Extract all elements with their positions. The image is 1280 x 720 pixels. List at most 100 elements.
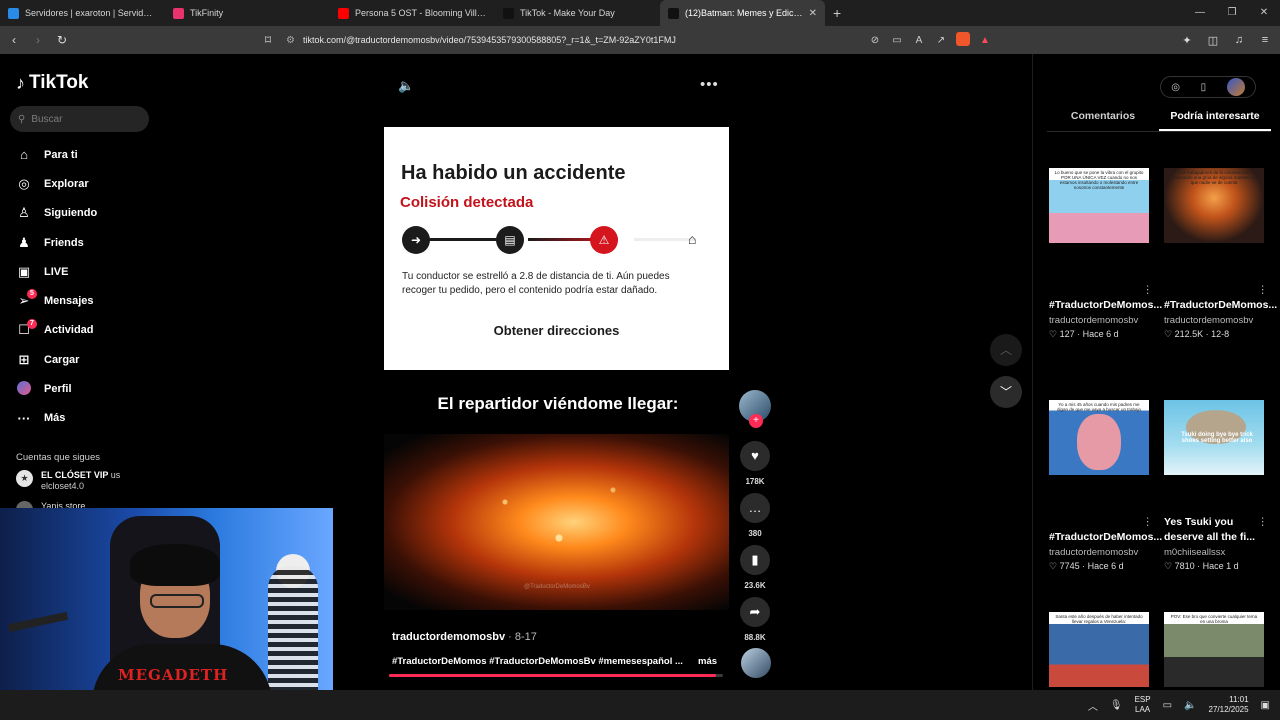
share-icon[interactable]: ↗ xyxy=(932,35,950,46)
volume-icon[interactable]: 🔈 xyxy=(398,78,414,94)
card-more-icon[interactable]: ⋮ xyxy=(1258,515,1269,530)
sidebar-item-siguiendo[interactable]: ♙ Siguiendo xyxy=(0,199,160,228)
sidebar-item-cargar[interactable]: ⊞ Cargar xyxy=(0,345,160,374)
mic-icon[interactable]: 🎙 xyxy=(1110,700,1123,711)
compass-small-icon[interactable]: ◎ xyxy=(1171,82,1180,93)
sidebar-item-explorar[interactable]: ◎ Explorar xyxy=(0,169,160,198)
author-name[interactable]: traductordemomosbv xyxy=(392,631,505,643)
new-tab-button[interactable]: + xyxy=(825,5,849,21)
card-title[interactable]: ⋮ #TraductorDeMomos... xyxy=(1164,283,1277,313)
sidebar-item-live[interactable]: ▣ LIVE xyxy=(0,257,160,286)
sidebar-item-actividad[interactable]: ☐ Actividad 7 xyxy=(0,316,160,345)
card-when: Hace 1 d xyxy=(1202,561,1239,571)
restore-icon[interactable]: ❐ xyxy=(1216,0,1248,26)
language-indicator[interactable]: ESP LAA xyxy=(1135,695,1151,715)
bookmark-save-icon: ▮ xyxy=(740,545,770,575)
see-more-link[interactable]: más xyxy=(698,656,717,667)
tab-favicon-icon xyxy=(338,7,349,19)
save-button[interactable]: ▮ 23.6K xyxy=(739,545,771,590)
notifications-icon[interactable]: ▣ xyxy=(1261,700,1270,711)
follow-plus-icon[interactable]: + xyxy=(749,414,763,428)
browser-tab[interactable]: (12)Batman: Memes y Edicion ✕ xyxy=(660,0,825,26)
user-avatar[interactable] xyxy=(1226,78,1245,96)
close-tab-icon[interactable]: ✕ xyxy=(809,8,817,19)
video-thumbnail[interactable]: POV: Ese bro que convierte cualquier tem… xyxy=(1164,612,1264,687)
video-frame-card[interactable]: Ha habido un accidente Colisión detectad… xyxy=(384,127,729,370)
device-icon[interactable]: ▯ xyxy=(1201,82,1207,93)
card-more-icon[interactable]: ⋮ xyxy=(1258,283,1269,298)
card-title[interactable]: ⋮ #TraductorDeMomos... xyxy=(1049,283,1162,313)
meta-separator: · xyxy=(1074,329,1083,339)
sound-avatar[interactable] xyxy=(741,648,771,678)
tab-comments[interactable]: Comentarios xyxy=(1047,110,1159,131)
recommended-video-card[interactable]: Lo bueno que se pone la vibra con el gru… xyxy=(1049,168,1162,340)
sidebar-item-label: Cargar xyxy=(44,353,80,366)
card-more-icon[interactable]: ⋮ xyxy=(1143,515,1154,530)
video-progress-bar[interactable] xyxy=(389,674,723,677)
creator-avatar[interactable]: + xyxy=(739,390,771,428)
share-button[interactable]: ➦ 88.8K xyxy=(739,597,771,642)
card-author[interactable]: m0chiiseallssx xyxy=(1164,547,1268,558)
recommended-video-card[interactable]: Yo a mis 45 años cuando mis padres me di… xyxy=(1049,400,1162,572)
browser-tab[interactable]: Persona 5 OST - Blooming Villain [Ext xyxy=(330,0,495,26)
previous-video-button[interactable]: ︿ xyxy=(990,334,1022,366)
recommended-video-card[interactable]: POV: Ese bro que convierte cualquier tem… xyxy=(1164,612,1268,687)
search-input[interactable]: ⚲ Buscar xyxy=(10,106,149,132)
sidebar-item-para-ti[interactable]: ⌂ Para ti xyxy=(0,140,160,169)
minimize-icon[interactable]: — xyxy=(1184,0,1216,26)
tray-chevron-icon[interactable]: ︿ xyxy=(1088,698,1098,713)
sidebar-item-mensajes[interactable]: ➢ Mensajes 5 xyxy=(0,286,160,315)
speaker-icon[interactable]: 🔈 xyxy=(1184,700,1196,711)
recommended-video-card[interactable]: Tsuki doing bye bye trick shoes setting … xyxy=(1164,400,1268,572)
tiktok-logo[interactable]: ♪ TikTok xyxy=(16,72,88,94)
tab-recommended[interactable]: Podría interesarte xyxy=(1159,110,1271,131)
extensions-icon[interactable]: ✦ xyxy=(1178,34,1196,47)
forward-icon[interactable]: › xyxy=(28,33,48,47)
video-thumbnail[interactable]: Los trabajadores de la construcción invo… xyxy=(1164,168,1264,243)
next-video-button[interactable]: ﹀ xyxy=(990,376,1022,408)
browser-tab[interactable]: Servidores | exaroton | Servidores de xyxy=(0,0,165,26)
sidebar-item-perfil[interactable]: Perfil xyxy=(0,374,160,403)
thumbnail-caption: Tsuki doing bye bye trick shoes setting … xyxy=(1181,432,1253,444)
back-icon[interactable]: ‹ xyxy=(4,33,24,47)
video-thumbnail[interactable]: Yo a mis 45 años cuando mis padres me di… xyxy=(1049,400,1149,475)
comment-button[interactable]: … 380 xyxy=(739,493,771,538)
card-author[interactable]: traductordemomosbv xyxy=(1049,547,1153,558)
video-thumbnail[interactable]: Tsuki doing bye bye trick shoes setting … xyxy=(1164,400,1264,475)
card-title[interactable]: ⋮ Yes Tsuki you deserve all the fi... xyxy=(1164,515,1268,545)
menu-icon[interactable]: ≡ xyxy=(1256,34,1274,46)
video-author[interactable]: traductordemomosbv · 8-17 xyxy=(392,631,537,643)
video-thumbnail[interactable]: Lo bueno que se pone la vibra con el gru… xyxy=(1049,168,1149,243)
brave-rewards-icon[interactable]: ▲ xyxy=(976,35,994,46)
more-options-icon[interactable]: ••• xyxy=(700,76,719,93)
more-icon: ··· xyxy=(17,410,31,426)
reload-icon[interactable]: ↻ xyxy=(52,33,72,47)
lang-top: ESP xyxy=(1134,695,1151,704)
recommended-video-card[interactable]: Los trabajadores de la construcción invo… xyxy=(1164,168,1277,340)
site-info-icon[interactable]: ⚙ xyxy=(286,35,295,46)
recommended-video-card[interactable]: Santa este año después de haber intentad… xyxy=(1049,612,1153,687)
video-hashtags[interactable]: #TraductorDeMomos #TraductorDeMomosBv #m… xyxy=(392,656,684,667)
card-more-icon[interactable]: ⋮ xyxy=(1143,283,1154,298)
cast-icon[interactable]: ▭ xyxy=(888,35,906,46)
card-author[interactable]: traductordemomosbv xyxy=(1164,315,1268,326)
media-icon[interactable]: ♫ xyxy=(1230,34,1248,46)
network-icon[interactable]: ▭ xyxy=(1163,700,1172,711)
reader-icon[interactable]: ⊘ xyxy=(866,35,884,46)
browser-tab[interactable]: TikFinity xyxy=(165,0,330,26)
following-item[interactable]: ★ EL CLÓSET VIP us elcloset4.0 xyxy=(16,470,120,492)
browser-tab[interactable]: TikTok - Make Your Day xyxy=(495,0,660,26)
card-title[interactable]: ⋮ #TraductorDeMomos... xyxy=(1049,515,1162,545)
sidebar-item-friends[interactable]: ♟ Friends xyxy=(0,228,160,257)
clock[interactable]: 11:01 27/12/2025 xyxy=(1209,695,1249,715)
sidebar-icon[interactable]: ◫ xyxy=(1204,34,1222,47)
tab-title: (12)Batman: Memes y Edicion xyxy=(685,8,803,18)
sidebar-item-m-s[interactable]: ··· Más xyxy=(0,404,160,433)
like-button[interactable]: ♥ 178K xyxy=(739,441,771,486)
card-author[interactable]: traductordemomosbv xyxy=(1049,315,1153,326)
bookmark-icon[interactable]: ⌑ xyxy=(258,33,278,47)
translate-icon[interactable]: A xyxy=(910,35,928,46)
brave-shields-icon[interactable] xyxy=(954,31,972,49)
close-window-icon[interactable]: ✕ xyxy=(1248,0,1280,26)
video-thumbnail[interactable]: Santa este año después de haber intentad… xyxy=(1049,612,1149,687)
